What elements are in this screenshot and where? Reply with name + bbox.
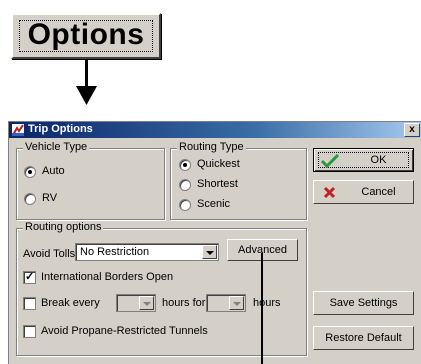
radio-scenic[interactable] bbox=[179, 199, 191, 211]
cancel-x-icon bbox=[323, 186, 336, 199]
radio-shortest-label: Shortest bbox=[197, 178, 238, 190]
save-settings-label: Save Settings bbox=[329, 297, 398, 309]
dialog-title: Trip Options bbox=[28, 123, 93, 135]
radio-rv[interactable] bbox=[24, 193, 36, 205]
save-settings-button[interactable]: Save Settings bbox=[313, 291, 414, 315]
cancel-button-label: Cancel bbox=[361, 186, 396, 198]
vehicle-type-group: Vehicle Type bbox=[16, 141, 165, 220]
hours-for-label: hours for bbox=[162, 297, 206, 309]
routing-type-legend: Routing Type bbox=[177, 141, 246, 153]
routing-options-legend: Routing options bbox=[23, 221, 104, 233]
chevron-down-icon[interactable] bbox=[202, 245, 217, 259]
close-button[interactable]: x bbox=[404, 123, 420, 137]
hours-label: hours bbox=[253, 297, 281, 309]
break-every-hours-select[interactable] bbox=[116, 294, 156, 312]
radio-auto[interactable] bbox=[24, 166, 36, 178]
avoid-tolls-value: No Restriction bbox=[80, 246, 150, 258]
ok-button-label: OK bbox=[370, 154, 387, 166]
cancel-button[interactable]: Cancel bbox=[313, 180, 414, 204]
chevron-down-icon[interactable] bbox=[139, 296, 154, 310]
ok-button[interactable]: OK bbox=[313, 148, 414, 172]
app-icon bbox=[12, 124, 24, 136]
radio-shortest[interactable] bbox=[179, 179, 191, 191]
arrow-down-icon bbox=[76, 86, 97, 105]
radio-rv-label: RV bbox=[42, 192, 58, 204]
radio-quickest-label: Quickest bbox=[197, 158, 240, 170]
check-icon bbox=[321, 154, 339, 168]
vehicle-type-legend: Vehicle Type bbox=[23, 141, 90, 153]
break-every-label: Break every bbox=[41, 297, 100, 309]
chevron-down-icon[interactable] bbox=[229, 296, 244, 310]
title-bar: Trip Options x bbox=[9, 122, 421, 138]
radio-auto-label: Auto bbox=[42, 165, 65, 177]
options-button[interactable]: Options bbox=[11, 13, 161, 59]
radio-quickest[interactable] bbox=[179, 159, 191, 171]
avoid-tolls-select[interactable]: No Restriction bbox=[75, 243, 219, 261]
restore-default-label: Restore Default bbox=[325, 332, 402, 344]
radio-scenic-label: Scenic bbox=[197, 198, 231, 210]
trip-options-dialog: Trip Options x Vehicle Type Auto RV Rout… bbox=[8, 121, 421, 364]
intl-borders-label: International Borders Open bbox=[41, 271, 174, 283]
avoid-propane-checkbox[interactable] bbox=[23, 325, 36, 338]
intl-borders-checkbox[interactable]: ✓ bbox=[23, 271, 36, 284]
break-duration-select[interactable] bbox=[206, 294, 246, 312]
restore-default-button[interactable]: Restore Default bbox=[313, 326, 414, 350]
break-every-checkbox[interactable] bbox=[23, 297, 36, 310]
options-button-label: Options bbox=[27, 18, 145, 51]
avoid-tolls-label: Avoid Tolls bbox=[23, 248, 76, 260]
avoid-propane-label: Avoid Propane-Restricted Tunnels bbox=[41, 325, 208, 337]
arrow-shaft bbox=[85, 59, 88, 89]
callout-line bbox=[261, 253, 263, 364]
